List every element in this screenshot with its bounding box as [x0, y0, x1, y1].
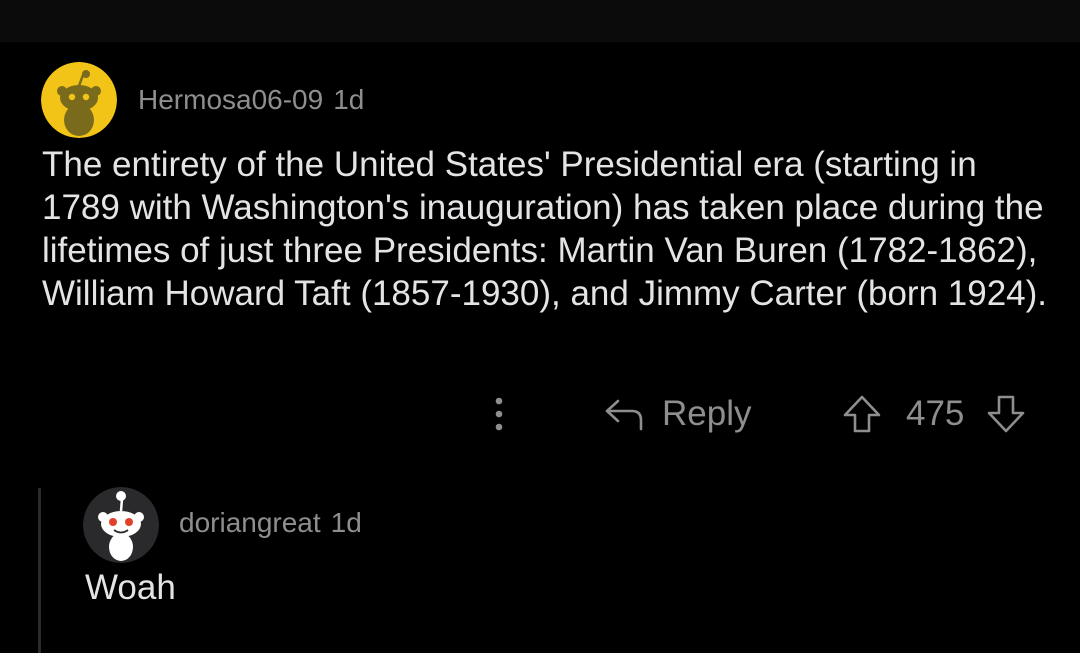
comment-body: Woah: [85, 568, 176, 607]
comment-age: 1d: [330, 507, 362, 538]
username[interactable]: doriangreat: [179, 507, 321, 538]
comment-meta: Hermosa06-09 1d: [138, 84, 364, 116]
reply-label: Reply: [662, 394, 752, 433]
more-vertical-icon: [495, 397, 503, 431]
vote-score: 475: [906, 394, 965, 433]
downvote-arrow-icon[interactable]: [986, 394, 1026, 434]
username[interactable]: Hermosa06-09: [138, 84, 323, 115]
vote-controls: 475: [842, 392, 1026, 436]
comment-age: 1d: [333, 84, 365, 115]
more-options-button[interactable]: [484, 392, 514, 436]
reply-arrow-icon: [605, 399, 643, 431]
reply-button[interactable]: Reply: [604, 392, 751, 436]
thread-line[interactable]: [38, 488, 41, 653]
snoo-avatar-icon[interactable]: [83, 487, 159, 563]
top-bar: [0, 0, 1080, 42]
comment-body: The entirety of the United States' Presi…: [42, 145, 1048, 313]
snoo-avatar-icon[interactable]: [41, 62, 117, 138]
upvote-arrow-icon[interactable]: [842, 394, 882, 434]
comment-meta: doriangreat 1d: [179, 507, 362, 539]
